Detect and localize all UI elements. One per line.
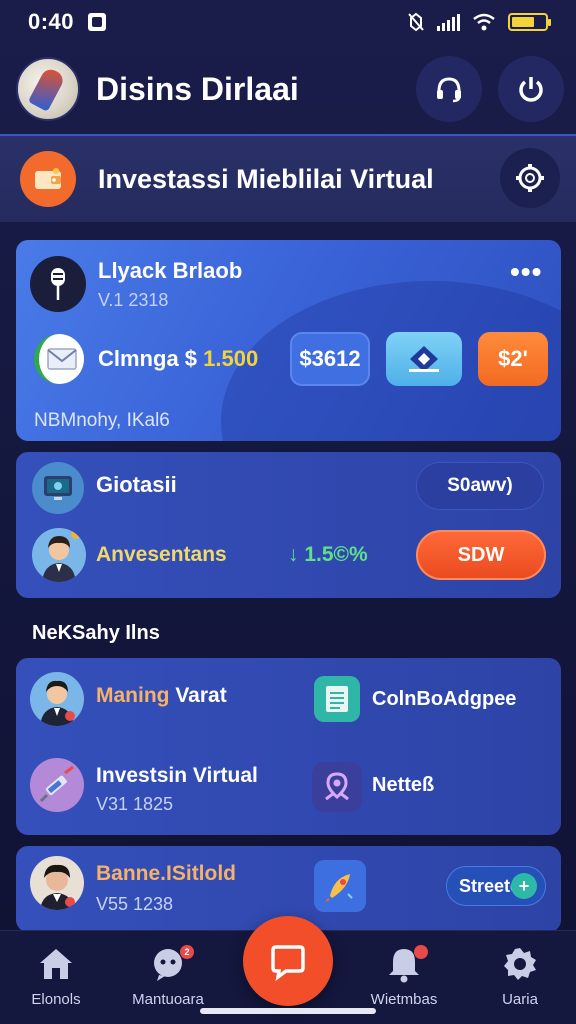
account-name: Llyack Brlaob: [98, 258, 243, 283]
power-icon: [519, 77, 543, 102]
chat-fab-button[interactable]: [243, 916, 333, 1006]
amount-pill-button[interactable]: $3612: [290, 332, 370, 386]
power-button[interactable]: [498, 56, 564, 122]
list-item-investment[interactable]: Investsin Virtual: [96, 764, 258, 788]
nav-label-chat: Mantuoara: [132, 991, 204, 1008]
notification-badge: [414, 945, 428, 959]
status-time: 0:40: [28, 9, 75, 34]
list-item-title[interactable]: Maning Varat: [96, 684, 227, 708]
bottom-card-title: Banne.ISitlold: [96, 862, 237, 885]
wallet-icon: [20, 151, 76, 207]
app-header: Disins Dirlaai: [0, 50, 576, 128]
user-avatar[interactable]: [30, 672, 84, 726]
portfolio-title: Giotasii: [96, 472, 177, 497]
account-avatar: [30, 256, 86, 312]
account-footer: NBMnohy, IKal6: [34, 410, 170, 431]
account-card[interactable]: Llyack Brlaob V.1 2318 ••• Clmnga $ 1.50…: [16, 240, 561, 441]
nav-label-settings: Uaria: [502, 991, 538, 1008]
nav-item-notifications[interactable]: Wietmbas: [354, 943, 454, 1008]
notification-icon: [88, 13, 107, 31]
settings-icon: [516, 164, 544, 192]
nav-item-home[interactable]: Elonols: [6, 943, 106, 1008]
microphone-icon: [51, 268, 65, 300]
nav-item-settings[interactable]: Uaria: [470, 943, 570, 1008]
monitor-icon: [32, 462, 84, 514]
bottom-card-sub: V55 1238: [96, 894, 174, 914]
bank-icon: [409, 346, 439, 372]
home-indicator[interactable]: [200, 1008, 376, 1014]
investor-name: Anvesentans: [96, 543, 227, 566]
investor-avatar: [32, 528, 86, 582]
show-button[interactable]: S0awv): [416, 462, 544, 510]
list-item-title-prefix: Maning: [96, 684, 170, 707]
growth-rate: ↓ 1.5©%: [288, 543, 368, 566]
support-button[interactable]: [416, 56, 482, 122]
nav-label-notifications: Wietmbas: [370, 991, 438, 1008]
balance-prefix: Clmnga $: [98, 346, 198, 371]
invest-button[interactable]: SDW: [416, 530, 546, 580]
nav-label-home: Elonols: [31, 991, 81, 1008]
syringe-icon[interactable]: [30, 758, 84, 812]
balance-label: Clmnga $ 1.500: [98, 346, 258, 372]
headset-icon: [437, 77, 461, 103]
profile-avatar[interactable]: [16, 57, 80, 121]
app-title: Disins Dirlaai: [96, 70, 299, 107]
list-item-notes[interactable]: Netteß: [372, 774, 434, 797]
balance-amount: 1.500: [203, 346, 259, 371]
reward-button[interactable]: $2': [478, 332, 548, 386]
gear-icon: [504, 948, 536, 980]
list-item-coin[interactable]: ColnBoAdgpee: [372, 688, 516, 711]
account-version: V.1 2318: [98, 290, 169, 310]
portfolio-card[interactable]: Giotasii S0awv) Anvesentans ↓ 1.5©% SDW: [16, 452, 561, 598]
mute-icon: [408, 12, 424, 32]
section-title: NeKSahy Ilns: [32, 622, 160, 644]
nav-item-chat[interactable]: 2 Mantuoara: [118, 943, 218, 1008]
document-icon[interactable]: [314, 676, 360, 722]
list-item-title-rest: Varat: [169, 684, 227, 707]
list-card: Maning Varat ColnBoAdgpee Investsin Virt…: [16, 658, 561, 835]
location-icon[interactable]: [312, 762, 362, 812]
bank-button[interactable]: [386, 332, 462, 386]
home-icon: [40, 949, 72, 979]
mail-icon[interactable]: [34, 334, 84, 384]
more-options-icon[interactable]: •••: [510, 258, 542, 286]
status-icons: [407, 12, 551, 32]
banner-settings-button[interactable]: [500, 148, 560, 208]
rocket-icon[interactable]: [314, 860, 366, 912]
stream-button[interactable]: Streete +: [446, 866, 546, 906]
status-bar: 0:40: [0, 0, 576, 44]
list-item-version: V31 1825: [96, 794, 174, 814]
message-icon: [271, 945, 305, 981]
battery-icon: [508, 13, 551, 31]
plus-icon: +: [511, 873, 537, 899]
user-avatar-2: [30, 856, 84, 910]
chat-badge: 2: [180, 945, 194, 959]
feature-banner[interactable]: Investassi Mieblilai Virtual: [0, 134, 576, 222]
banner-title: Investassi Mieblilai Virtual: [98, 163, 434, 194]
wifi-icon: [473, 13, 495, 31]
signal-icon: [437, 13, 460, 31]
